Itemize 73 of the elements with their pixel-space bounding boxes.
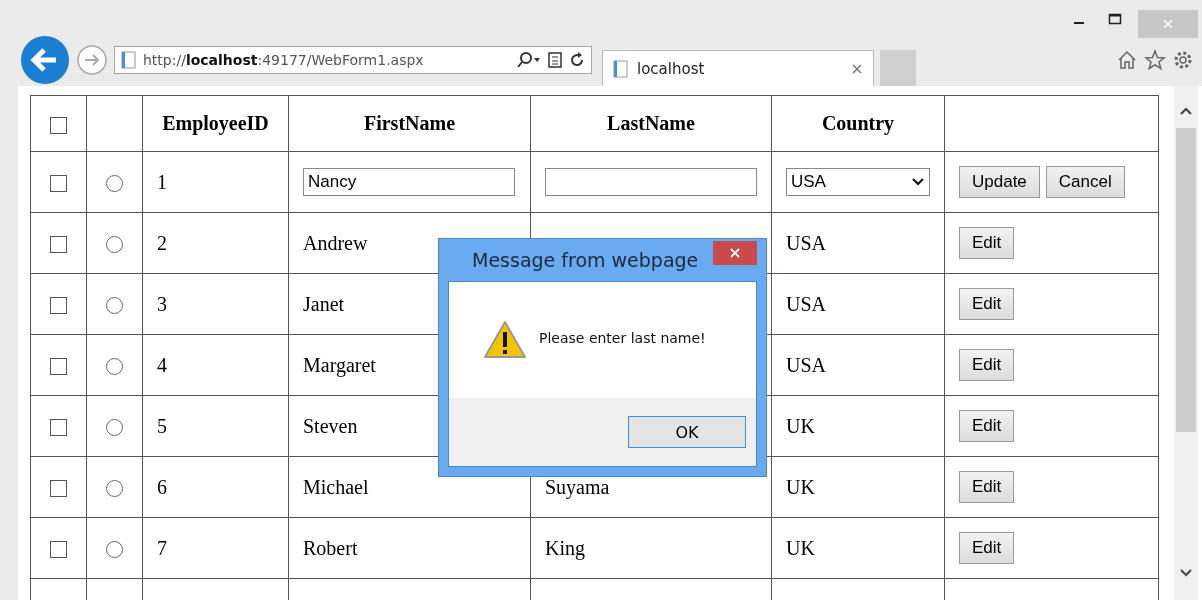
star-icon[interactable] <box>1144 49 1166 71</box>
dialog-message: Please enter last name! <box>539 330 706 346</box>
row-action-button[interactable]: Edit <box>959 410 1015 442</box>
column-header: FirstName <box>363 112 456 134</box>
table-cell: Margaret <box>303 353 376 376</box>
table-cell: 5 <box>157 414 167 437</box>
close-button[interactable] <box>713 241 757 265</box>
row-action-button[interactable]: Edit <box>959 349 1015 381</box>
row-checkbox[interactable] <box>50 358 67 376</box>
row-checkbox[interactable] <box>50 541 67 559</box>
page-icon <box>613 59 629 78</box>
compatibility-icon[interactable] <box>547 51 563 69</box>
table-cell: USA <box>786 292 826 315</box>
address-bar[interactable]: http://localhost:49177/WebForm1.aspx <box>114 46 592 74</box>
ok-button[interactable]: OK <box>628 416 746 448</box>
refresh-icon[interactable] <box>569 51 585 69</box>
row-radio-button[interactable] <box>106 419 123 437</box>
home-icon[interactable] <box>1116 49 1138 71</box>
scroll-up-icon[interactable] <box>1179 106 1193 116</box>
table-cell: UK <box>786 414 815 437</box>
row-radio-button[interactable] <box>106 236 123 254</box>
first-name-field[interactable]: Nancy <box>303 168 515 196</box>
dialog-title: Message from webpage <box>472 249 699 271</box>
row-radio-button[interactable] <box>106 175 123 193</box>
table-cell: Michael <box>303 475 369 498</box>
row-action-button[interactable]: Edit <box>959 288 1015 320</box>
table-cell: Janet <box>303 292 345 315</box>
table-cell: USA <box>786 231 826 254</box>
table-cell: 7 <box>157 536 167 559</box>
row-radio-button[interactable] <box>106 480 123 498</box>
row-action-button[interactable]: Update <box>959 166 1040 198</box>
row-radio-button[interactable] <box>106 297 123 315</box>
table-cell: 4 <box>157 353 167 376</box>
table-cell: 6 <box>157 475 167 498</box>
scrollbar[interactable] <box>1174 86 1198 600</box>
table-cell: 2 <box>157 231 167 254</box>
back-icon[interactable] <box>20 35 70 85</box>
table-cell: King <box>545 536 585 559</box>
table-cell: UK <box>786 475 815 498</box>
row-checkbox[interactable] <box>50 480 67 498</box>
maximize-icon[interactable] <box>1108 12 1122 26</box>
warning-icon <box>483 320 527 360</box>
table-cell: USA <box>786 353 826 376</box>
row-action-button[interactable]: Edit <box>959 532 1015 564</box>
table-cell: Suyama <box>545 475 610 498</box>
column-header: LastName <box>607 112 695 134</box>
row-radio-button[interactable] <box>106 358 123 376</box>
table-cell: 3 <box>157 292 167 315</box>
table-cell: Robert <box>303 536 358 559</box>
scroll-down-icon[interactable] <box>1179 568 1193 578</box>
row-radio-button[interactable] <box>106 541 123 559</box>
close-icon[interactable] <box>851 62 863 75</box>
search-icon[interactable] <box>515 51 541 69</box>
last-name-field[interactable] <box>545 168 757 196</box>
page-icon <box>121 51 137 69</box>
table-cell: UK <box>786 536 815 559</box>
row-checkbox[interactable] <box>50 419 67 437</box>
country-dropdown[interactable]: USA <box>786 168 930 196</box>
row-checkbox[interactable] <box>50 175 67 193</box>
column-header: Country <box>821 112 895 134</box>
row-checkbox[interactable] <box>50 297 67 315</box>
row-action-button[interactable]: Edit <box>959 471 1015 503</box>
table-cell: 1 <box>157 170 167 193</box>
column-header: EmployeeID <box>162 112 269 134</box>
caret-icon[interactable] <box>911 177 925 187</box>
table-cell: Andrew <box>303 231 368 254</box>
select-all-checkbox[interactable] <box>50 116 67 134</box>
settings-icon[interactable] <box>1172 49 1194 71</box>
browser-tab[interactable]: localhost <box>602 50 874 86</box>
table-cell: Steven <box>303 414 358 437</box>
row-checkbox[interactable] <box>50 236 67 254</box>
row-action-button[interactable]: Cancel <box>1045 166 1125 198</box>
row-action-button[interactable]: Edit <box>959 227 1015 259</box>
